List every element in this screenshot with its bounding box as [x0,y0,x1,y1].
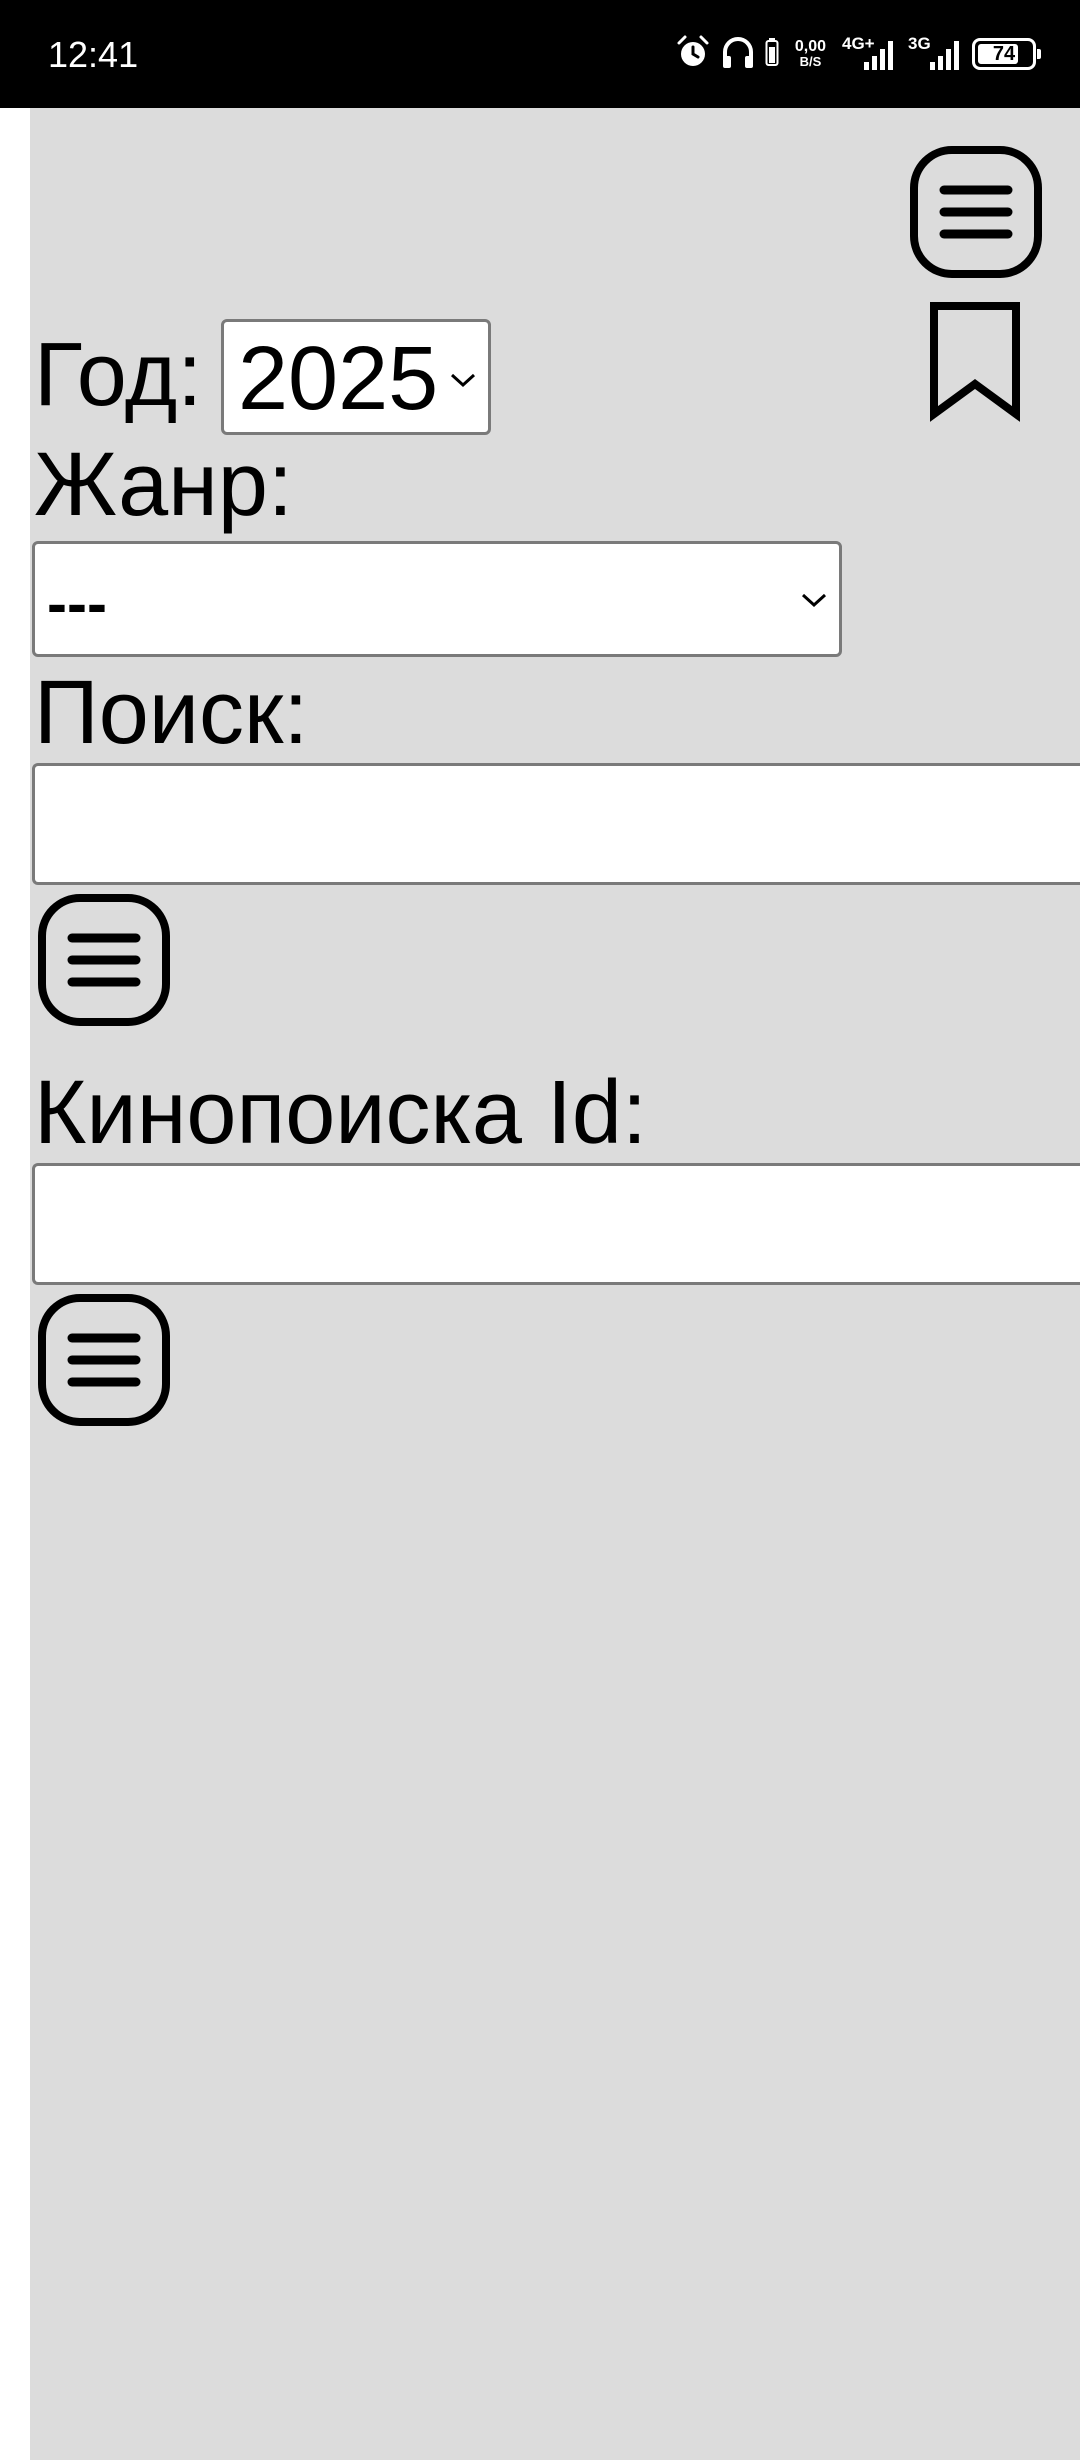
menu-icon [38,894,170,1026]
sim1-signal: 4G+ [842,34,898,72]
genre-select-value: --- [47,570,107,637]
net-speed-value: 0,00 [794,38,826,55]
battery-saver-icon [765,37,779,72]
left-edge [0,108,30,2460]
net-speed: 0,00 B/S [794,38,826,70]
menu-icon [38,1294,170,1426]
status-bar: 12:41 0,00 B/S 4G+ 3G 74 [0,0,1080,108]
battery-icon: 74 [972,38,1041,70]
genre-select[interactable]: --- [32,541,842,657]
bookmark-button[interactable] [928,300,1024,424]
menu-icon [910,146,1042,278]
chevron-down-icon [450,373,476,388]
kinopoisk-id-label: Кинопоиска Id: [34,1063,647,1163]
menu-button[interactable] [910,146,1042,278]
kinopoisk-id-input[interactable] [32,1163,1080,1285]
search-input[interactable] [32,763,1080,885]
kinopoisk-submit-button[interactable] [38,1294,170,1426]
filter-panel: Год: 2025 Жанр: --- Поиск: Кинопоиска Id… [30,108,1080,2460]
year-select[interactable]: 2025 [221,319,491,435]
sim1-tech: 4G+ [842,34,875,53]
status-icons: 0,00 B/S 4G+ 3G 74 [675,32,1041,76]
sim2-signal: 3G [908,34,962,72]
headphones-icon [721,34,755,75]
battery-level: 74 [992,42,1016,65]
net-speed-unit: B/S [799,54,822,69]
year-label: Год: [34,325,203,425]
chevron-down-icon [801,593,827,608]
year-select-value: 2025 [238,329,439,429]
genre-label: Жанр: [34,435,293,535]
sim2-tech: 3G [908,34,931,53]
search-label: Поиск: [34,663,309,763]
status-time: 12:41 [48,34,139,75]
alarm-icon [675,34,711,75]
search-submit-button[interactable] [38,894,170,1026]
bookmark-icon [930,302,1020,422]
